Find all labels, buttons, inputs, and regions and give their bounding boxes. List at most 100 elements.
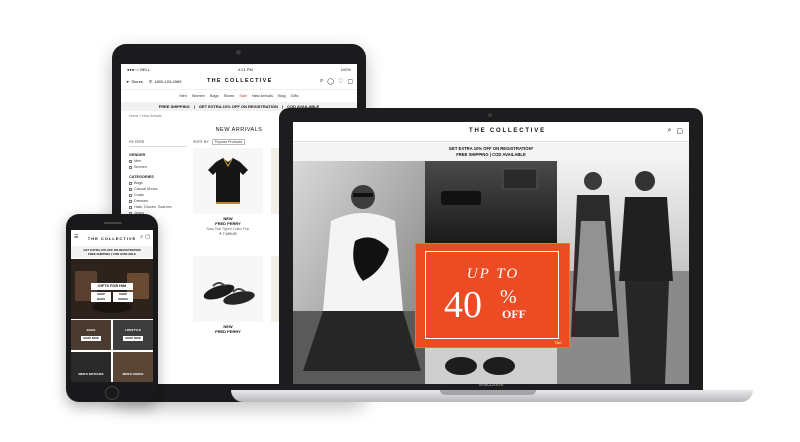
hero-banner[interactable]: UP TO 40 % OFF T&C [293, 161, 689, 384]
discount-offer-card[interactable]: UP TO 40 % OFF T&C [415, 243, 570, 348]
promo-bar: GET EXTRA 10% OFF ON REGISTRATION FREE S… [71, 246, 153, 258]
checkbox[interactable] [129, 165, 132, 169]
product-card[interactable]: NEW FRED PERRY Navy Twin Tipped Cotton P… [193, 148, 263, 254]
checkbox[interactable] [129, 181, 132, 185]
laptop-camera [488, 113, 492, 117]
bag-icon[interactable]: ▢ [145, 234, 150, 240]
tile-label: BAGS [86, 328, 96, 332]
promo-shipping: FREE SHIPPING | COD AVAILABLE [456, 152, 526, 157]
search-icon[interactable]: ⌕ [320, 78, 323, 85]
product-brand[interactable]: FRED PERRY [193, 221, 263, 226]
promo-shipping: FREE SHIPPING | COD AVAILABLE [88, 252, 136, 256]
user-icon[interactable]: ◯ [327, 78, 334, 85]
filter-option[interactable]: Coats [129, 193, 187, 197]
nav-sale[interactable]: Sale [239, 94, 247, 98]
offer-terms[interactable]: T&C [554, 340, 562, 345]
filter-label: Hats, Gloves, Scarves [134, 205, 172, 209]
offer-frame: UP TO 40 % OFF [425, 251, 559, 339]
promo-shipping: FREE SHIPPING [158, 104, 190, 109]
checkbox[interactable] [129, 159, 132, 163]
category-tile[interactable]: MEN'S WATCHES [71, 352, 111, 382]
nav-women[interactable]: Women [192, 94, 205, 98]
filter-option[interactable]: Casual Shoes [129, 187, 187, 191]
product-image[interactable] [193, 148, 263, 214]
offer-value: 40 [444, 284, 482, 326]
status-bar: ●●●○○ BELL 4:21 PM 100% [121, 64, 357, 74]
category-tile[interactable]: MEN'S SHOES [113, 352, 153, 382]
offer-heading: UP TO [466, 266, 520, 282]
nav-new-arrivals[interactable]: New Arrivals [252, 94, 273, 98]
filter-option[interactable]: Bags [129, 181, 187, 185]
search-icon[interactable]: ⌕ [667, 127, 671, 135]
polo-shirt-image [208, 158, 248, 204]
laptop-notch [440, 390, 536, 395]
checkbox[interactable] [129, 187, 132, 191]
filters-label[interactable]: FILTERS [129, 140, 187, 147]
product-card[interactable]: NEW FRED PERRY [193, 256, 263, 362]
offer-percent: % [500, 286, 517, 308]
offer-off-label: OFF [502, 307, 526, 321]
filter-label: Casual Shoes [134, 187, 158, 191]
checkbox[interactable] [129, 199, 132, 203]
gender-heading[interactable]: GENDER [129, 153, 187, 157]
sandals-image [203, 282, 255, 305]
checkbox[interactable] [129, 205, 132, 209]
laptop-screen: THE COLLECTIVE ⌕ ▢ GET EXTRA 10% OFF ON … [293, 122, 689, 384]
phone-screen: ☰ THE COLLECTIVE ⌕ ▢ GET EXTRA 10% OFF O… [71, 230, 153, 382]
shop-bags-button[interactable]: SHOP BAGS [91, 292, 111, 302]
tablet-camera [236, 50, 241, 55]
sort-control[interactable]: SORT BY Popular Products [193, 139, 246, 145]
product-name[interactable]: Navy Twin Tipped Cotton Polo [193, 227, 263, 231]
category-tile[interactable]: BAGS SHOP NOW [71, 320, 111, 350]
home-button[interactable] [105, 386, 119, 400]
gifts-hero-banner[interactable]: GIFTS FOR HIM SHOP BAGS SHOP SHOES [71, 259, 153, 319]
site-logo[interactable]: THE COLLECTIVE [207, 78, 273, 84]
categories-heading[interactable]: CATEGORIES [129, 175, 187, 179]
phone-device: ☰ THE COLLECTIVE ⌕ ▢ GET EXTRA 10% OFF O… [66, 214, 158, 402]
sort-select[interactable]: Popular Products [211, 139, 246, 145]
filter-option[interactable]: Hats, Gloves, Scarves [129, 205, 187, 209]
phone-speaker [104, 222, 122, 224]
filter-option[interactable]: Women [129, 165, 187, 169]
promo-registration[interactable]: GET EXTRA 10% OFF ON REGISTRATION [199, 104, 278, 109]
nav-blog[interactable]: Blog [278, 94, 286, 98]
nav-gifts[interactable]: Gifts [291, 94, 299, 98]
nav-shoes[interactable]: Shoes [224, 94, 235, 98]
category-tile[interactable]: LIFESTYLE SHOP NOW [113, 320, 153, 350]
checkbox[interactable] [129, 193, 132, 197]
stores-link[interactable]: Stores [131, 79, 143, 84]
shop-now-button[interactable]: SHOP NOW [81, 336, 101, 341]
carrier-label: ●●●○○ BELL [127, 66, 150, 72]
filter-option[interactable]: Dresses [129, 199, 187, 203]
bag-icon[interactable]: ▢ [347, 78, 353, 85]
shop-shoes-button[interactable]: SHOP SHOES [113, 292, 133, 302]
product-image[interactable] [193, 256, 263, 322]
heart-icon[interactable]: ♡ [338, 78, 343, 85]
filter-label: Dresses [134, 199, 148, 203]
nav-men[interactable]: Men [180, 94, 187, 98]
location-icon[interactable]: ➤ [126, 79, 129, 84]
breadcrumb[interactable]: Home > New Arrivals [129, 114, 162, 118]
tile-label: MEN'S SHOES [122, 372, 144, 376]
bag-icon[interactable]: ▢ [676, 127, 683, 135]
nav-bags[interactable]: Bags [210, 94, 219, 98]
filter-label: Bags [134, 181, 143, 185]
site-logo[interactable]: THE COLLECTIVE [469, 128, 546, 134]
hero-title: GIFTS FOR HIM [91, 283, 133, 290]
filter-label: Women [134, 165, 148, 169]
product-price: ₹ 7,499.00 [219, 232, 237, 236]
tile-label: MEN'S WATCHES [78, 372, 104, 376]
phone-number[interactable]: 1800-103-4989 [154, 79, 181, 84]
filter-label: Coats [134, 193, 144, 197]
search-icon[interactable]: ⌕ [140, 234, 143, 240]
main-nav: Men Women Bags Shoes Sale New Arrivals B… [121, 91, 357, 101]
desktop-header: THE COLLECTIVE ⌕ ▢ [293, 122, 689, 142]
clock: 4:21 PM [237, 66, 253, 72]
shop-now-button[interactable]: SHOP NOW [123, 336, 143, 341]
filter-label: Men [134, 159, 142, 163]
tile-label: LIFESTYLE [124, 328, 142, 332]
sort-label: SORT BY [193, 140, 209, 144]
tablet-header: ➤ Stores ✆ 1800-103-4989 THE COLLECTIVE … [121, 74, 357, 90]
product-brand[interactable]: FRED PERRY [193, 329, 263, 334]
filter-option[interactable]: Men [129, 159, 187, 163]
